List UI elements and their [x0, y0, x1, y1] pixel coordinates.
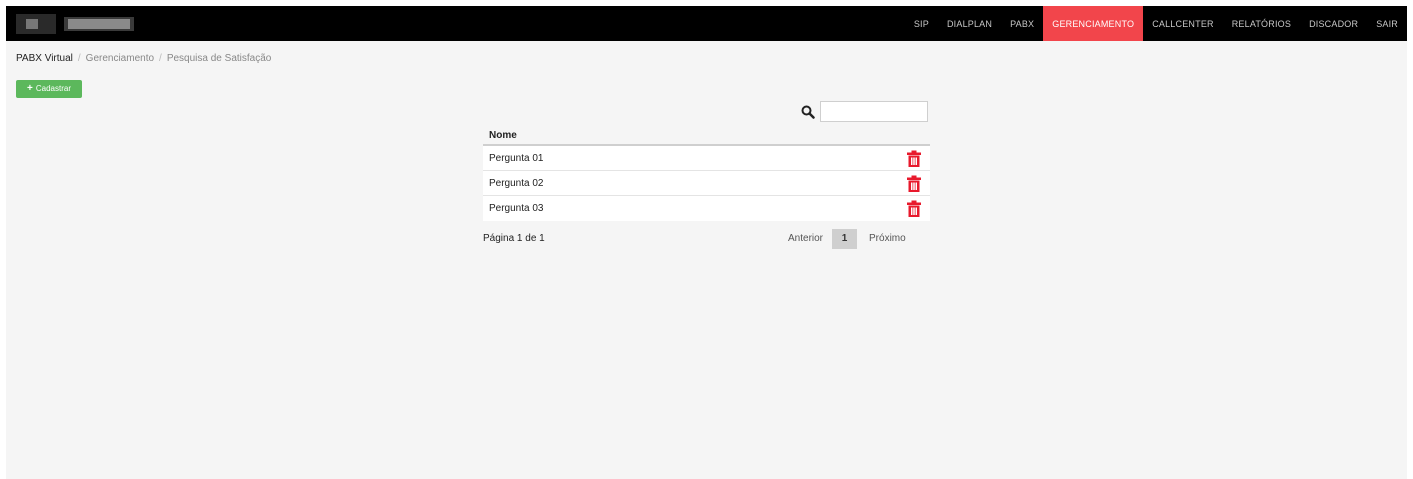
- menu-item-sair[interactable]: SAIR: [1367, 6, 1407, 41]
- logo-text: [64, 17, 134, 31]
- main-menu: SIP DIALPLAN PABX GERENCIAMENTO CALLCENT…: [905, 6, 1407, 41]
- breadcrumb-item-gerenciamento[interactable]: Gerenciamento: [86, 53, 154, 64]
- logo-mark: [16, 14, 56, 34]
- table-row[interactable]: Pergunta 02: [483, 171, 930, 196]
- questions-table: Nome Pergunta 01 Pergunta 02 Pergunta 03: [483, 126, 930, 221]
- cadastrar-button[interactable]: + Cadastrar: [16, 80, 82, 98]
- trash-icon[interactable]: [907, 200, 921, 217]
- breadcrumb-item-current: Pesquisa de Satisfação: [166, 53, 272, 64]
- row-name: Pergunta 02: [489, 178, 544, 189]
- table-row[interactable]: Pergunta 03: [483, 196, 930, 221]
- top-navbar: SIP DIALPLAN PABX GERENCIAMENTO CALLCENT…: [6, 6, 1407, 41]
- pagination-page-current[interactable]: 1: [832, 229, 858, 249]
- menu-item-relatorios[interactable]: RELATÓRIOS: [1223, 6, 1300, 41]
- trash-icon[interactable]: [907, 175, 921, 192]
- pagination-next[interactable]: Próximo: [857, 229, 914, 249]
- plus-icon: +: [27, 83, 33, 94]
- breadcrumb-separator: /: [159, 53, 162, 64]
- row-name: Pergunta 03: [489, 203, 544, 214]
- cadastrar-button-label: Cadastrar: [35, 84, 71, 93]
- search-input[interactable]: [820, 101, 928, 122]
- app-window: SIP DIALPLAN PABX GERENCIAMENTO CALLCENT…: [6, 6, 1407, 479]
- table-row[interactable]: Pergunta 01: [483, 146, 930, 171]
- menu-item-callcenter[interactable]: CALLCENTER: [1143, 6, 1223, 41]
- trash-icon[interactable]: [907, 150, 921, 167]
- search-icon: [801, 105, 815, 119]
- row-name: Pergunta 01: [489, 153, 544, 164]
- breadcrumb: PABX Virtual / Gerenciamento / Pesquisa de S…: [16, 53, 271, 64]
- menu-item-sip[interactable]: SIP: [905, 6, 938, 41]
- breadcrumb-item-pabx-virtual[interactable]: PABX Virtual: [16, 53, 73, 64]
- menu-item-discador[interactable]: DISCADOR: [1300, 6, 1367, 41]
- pagination-prev[interactable]: Anterior: [779, 229, 832, 249]
- brand-logo[interactable]: [16, 14, 136, 34]
- column-header-nome[interactable]: Nome: [483, 126, 930, 146]
- menu-item-gerenciamento[interactable]: GERENCIAMENTO: [1043, 6, 1144, 41]
- breadcrumb-separator: /: [77, 53, 81, 64]
- pagination-info: Página 1 de 1: [483, 233, 545, 244]
- menu-item-dialplan[interactable]: DIALPLAN: [938, 6, 1001, 41]
- pagination: Anterior 1 Próximo: [779, 229, 914, 249]
- menu-item-pabx[interactable]: PABX: [1001, 6, 1043, 41]
